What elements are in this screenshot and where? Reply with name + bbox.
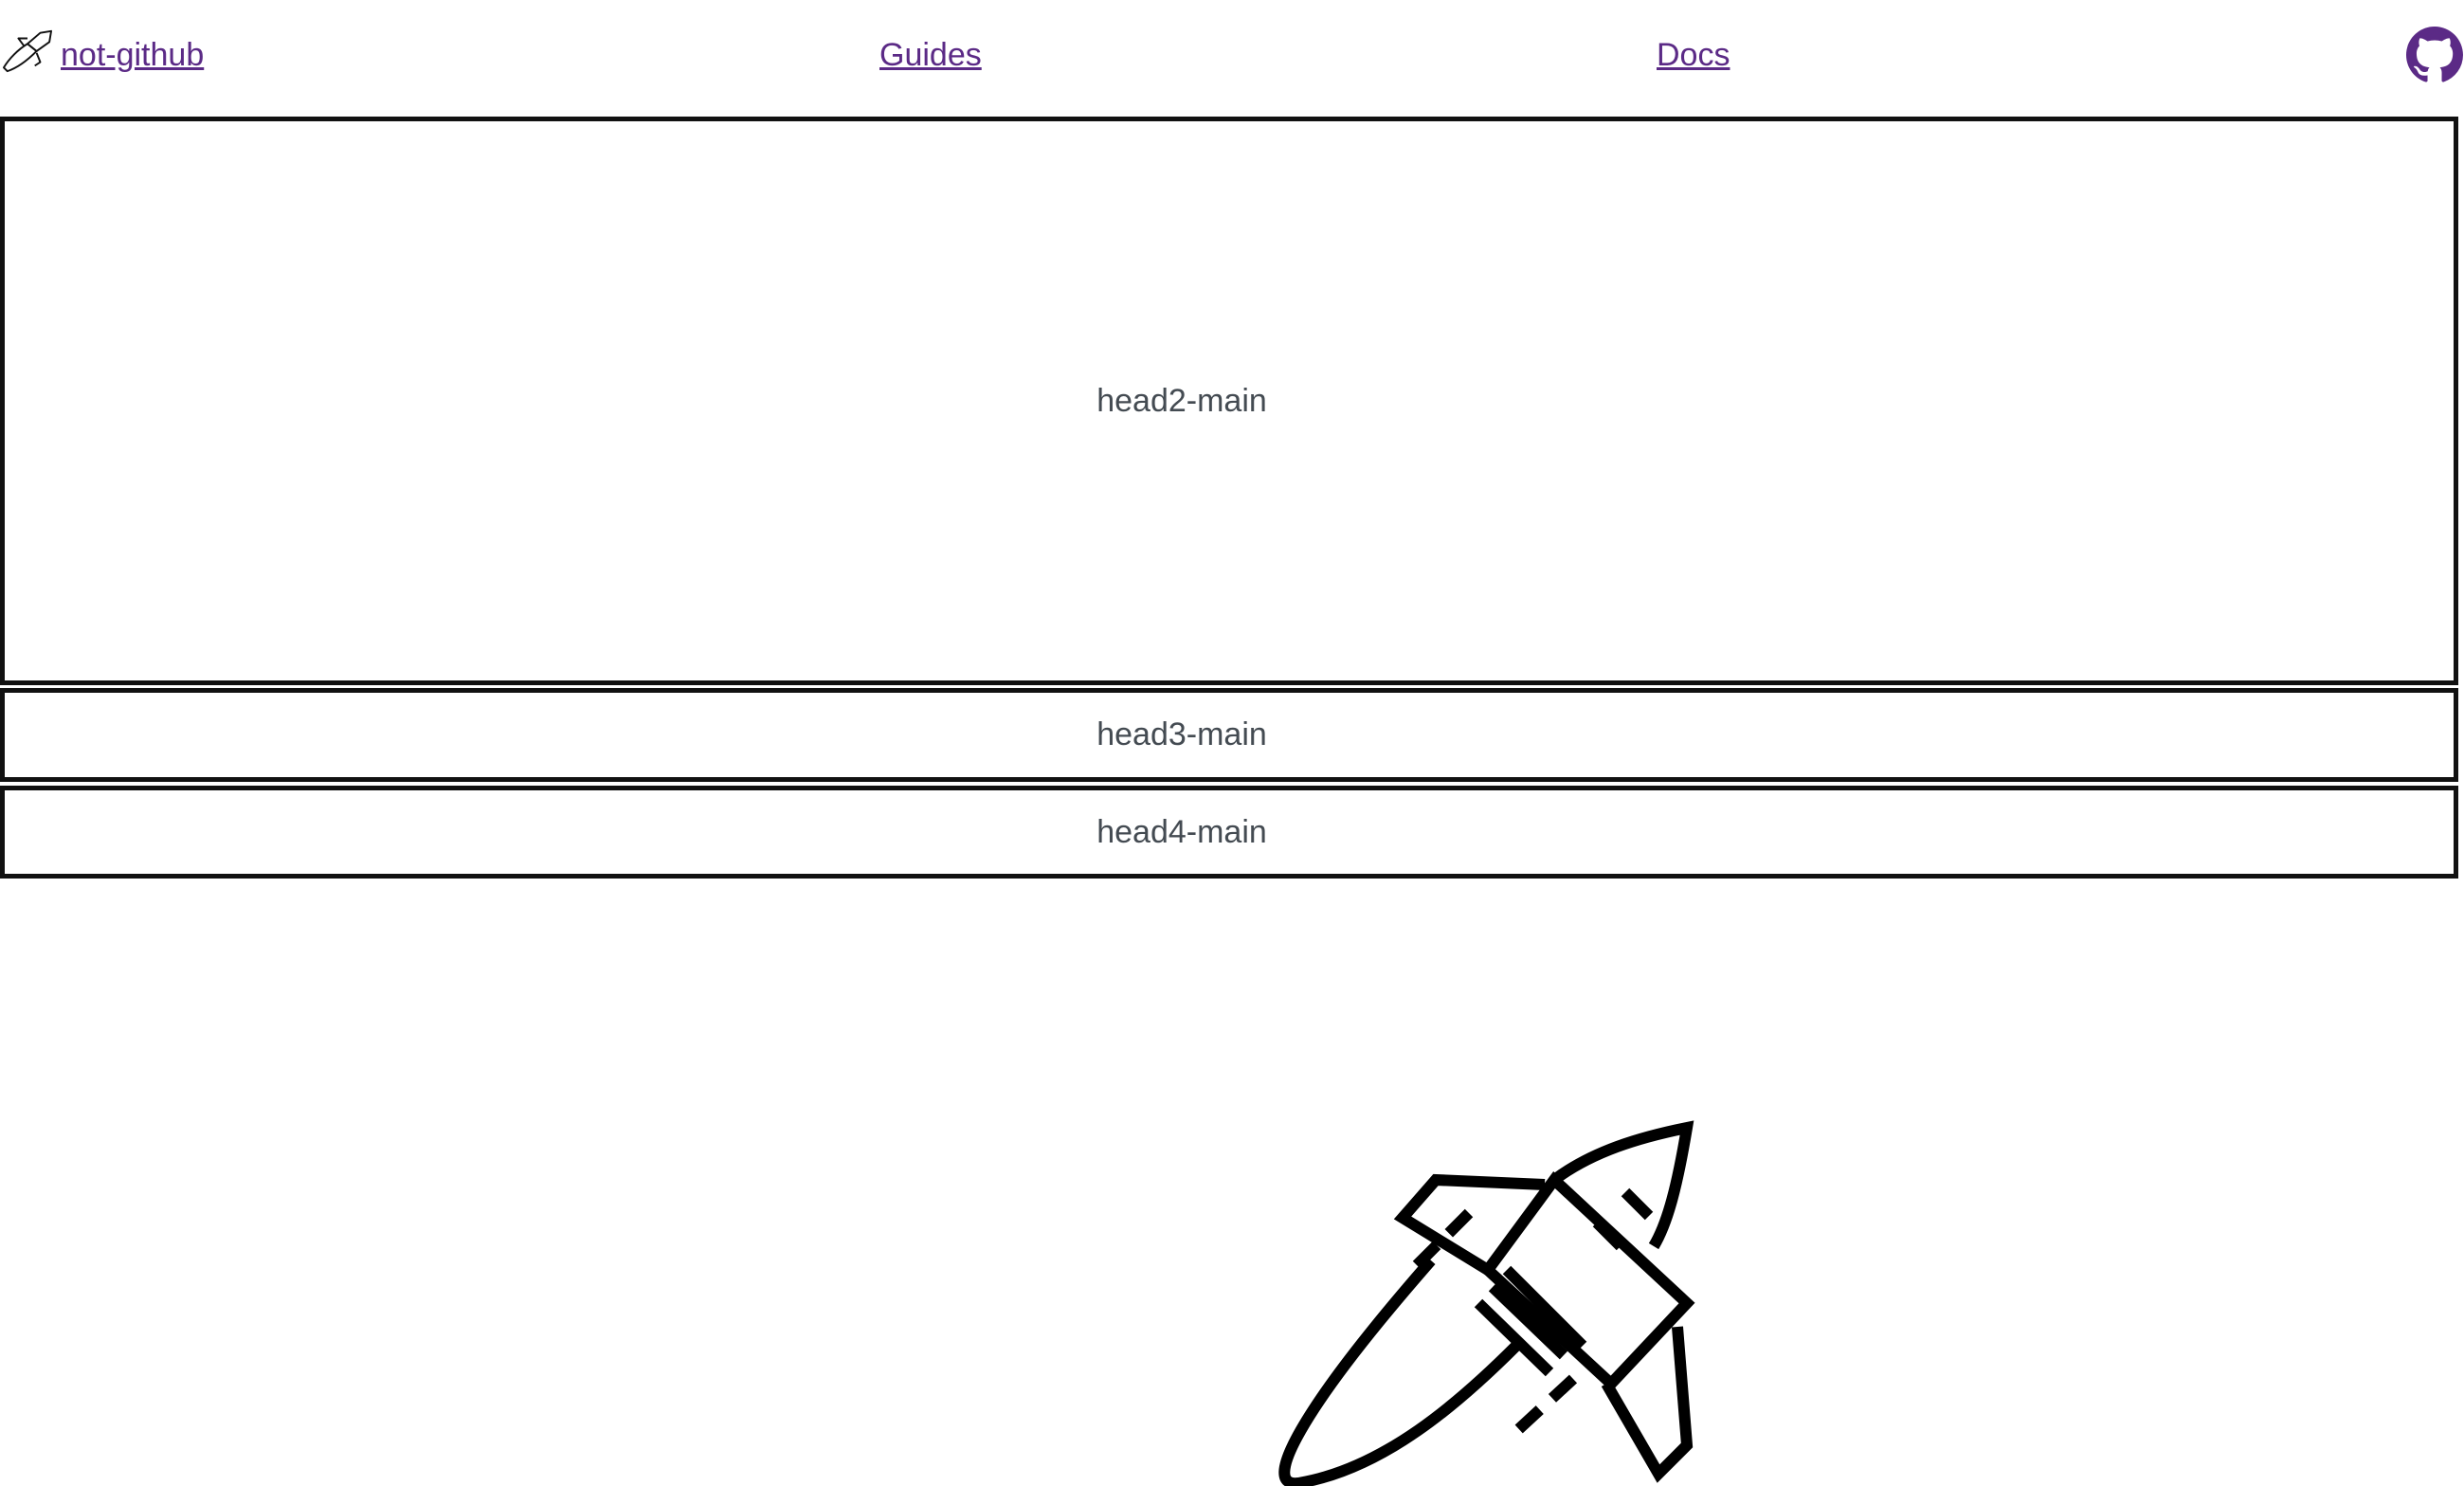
section-head3: head3-main [0,688,2458,782]
section-head4: head4-main [0,786,2458,879]
page: not-github Guides Docs head2-main head3-… [0,0,2464,1486]
brand-label: not-github [61,37,205,73]
nav-link-guides[interactable]: Guides [879,36,982,74]
rocket-icon [3,29,52,73]
section-head2: head2-main [0,117,2458,685]
section-head3-label: head3-main [1096,716,1267,752]
github-link[interactable] [2406,27,2463,83]
section-head2-label: head2-main [1096,382,1267,419]
top-navbar: not-github Guides Docs [0,0,2464,112]
nav-link-docs[interactable]: Docs [1657,36,1730,74]
hero-rocket-icon [1278,1120,1695,1486]
github-icon [2406,27,2463,82]
section-head4-label: head4-main [1096,813,1267,850]
brand-link[interactable]: not-github [0,29,205,75]
